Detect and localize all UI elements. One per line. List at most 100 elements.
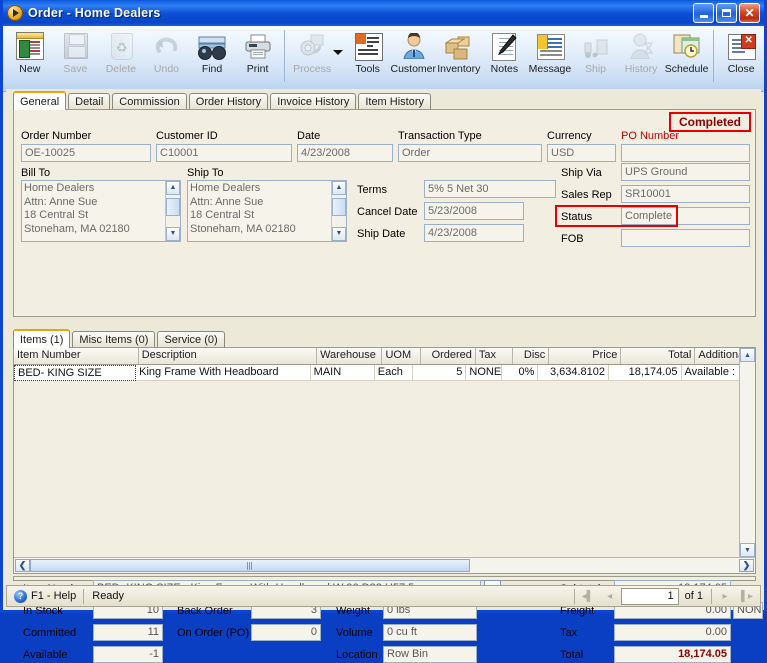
scroll-up-icon[interactable]: ▲: [166, 181, 180, 195]
help-hint[interactable]: ? F1 - Help: [7, 589, 83, 603]
toolbar-button-schedule[interactable]: Schedule: [664, 28, 710, 86]
grid-tab-misc-items[interactable]: Misc Items (0): [72, 331, 156, 348]
toolbar-button-new[interactable]: New: [7, 28, 53, 86]
terms-input[interactable]: 5% 5 Net 30: [424, 180, 556, 198]
volume-input[interactable]: 0 cu ft: [383, 624, 477, 641]
ship-to-scroll-thumb[interactable]: [332, 198, 346, 216]
ship-date-input[interactable]: 4/23/2008: [424, 224, 524, 242]
cell-description[interactable]: King Frame With Headboard: [136, 365, 311, 381]
status-input[interactable]: Complete: [621, 207, 750, 225]
help-label: F1 - Help: [31, 590, 77, 602]
cell-uom[interactable]: Each: [374, 365, 413, 381]
cell-disc[interactable]: 0%: [502, 365, 539, 381]
grid-header-warehouse[interactable]: Warehouse: [317, 348, 383, 364]
close-button[interactable]: ✕: [739, 3, 760, 23]
chevron-down-icon[interactable]: [332, 50, 343, 55]
on-order-input[interactable]: 0: [251, 624, 321, 641]
order-number-input[interactable]: OE-10025: [21, 144, 151, 162]
toolbar-button-tools[interactable]: Tools: [345, 28, 391, 86]
tab-order-history[interactable]: Order History: [188, 93, 269, 110]
cell-tax[interactable]: NONE: [466, 365, 503, 381]
toolbar-button-message[interactable]: Message: [527, 28, 573, 86]
scroll-left-icon[interactable]: ❮: [15, 559, 30, 572]
scroll-down-icon[interactable]: ▼: [332, 227, 346, 241]
record-page-input[interactable]: 1: [620, 587, 679, 605]
line-items-grid: Item Number Description Warehouse UOM Or…: [13, 347, 756, 574]
toolbar-button-delete[interactable]: ♻ Delete: [98, 28, 144, 86]
cell-warehouse[interactable]: MAIN: [310, 365, 375, 381]
po-number-input[interactable]: [621, 144, 750, 162]
grid-header-description[interactable]: Description: [139, 348, 318, 364]
cell-total[interactable]: 18,174.05: [609, 365, 682, 381]
tab-detail[interactable]: Detail: [68, 93, 111, 110]
grid-header-disc[interactable]: Disc: [513, 348, 550, 364]
toolbar-button-history[interactable]: History: [618, 28, 664, 86]
previous-record-icon[interactable]: ◂: [599, 587, 621, 605]
toolbar-button-save[interactable]: Save: [53, 28, 99, 86]
scroll-down-icon[interactable]: ▼: [166, 227, 180, 241]
grid-header-item-number[interactable]: Item Number: [14, 348, 139, 364]
cell-additional[interactable]: Available :: [681, 365, 740, 381]
toolbar-button-find[interactable]: Find: [189, 28, 235, 86]
toolbar-button-customer[interactable]: Customer: [390, 28, 436, 86]
sales-rep-input[interactable]: SR10001: [621, 185, 750, 203]
cancel-date-input[interactable]: 5/23/2008: [424, 202, 524, 220]
grid-header-price[interactable]: Price: [549, 348, 622, 364]
grid-tab-service[interactable]: Service (0): [157, 331, 225, 348]
grid-tab-strip: Items (1) Misc Items (0) Service (0): [13, 329, 227, 348]
scroll-right-icon[interactable]: ❯: [739, 559, 754, 572]
fob-input[interactable]: [621, 229, 750, 247]
customer-id-input[interactable]: C10001: [156, 144, 292, 162]
toolbar-label-customer: Customer: [390, 63, 436, 75]
bill-to-address-box[interactable]: Home Dealers Attn: Anne Sue 18 Central S…: [21, 180, 181, 242]
toolbar-button-notes[interactable]: Notes: [482, 28, 528, 86]
tab-general[interactable]: General: [13, 91, 67, 110]
scroll-down-icon[interactable]: ▼: [740, 543, 755, 557]
grid-horizontal-scrollbar[interactable]: ❮ ❯: [14, 557, 755, 573]
grid-vertical-scrollbar[interactable]: ▲ ▼: [739, 348, 755, 557]
ship-to-line-1: Home Dealers: [190, 182, 261, 194]
scroll-up-icon[interactable]: ▲: [740, 348, 755, 362]
cell-price[interactable]: 3,634.8102: [538, 365, 610, 381]
ship-via-input[interactable]: UPS Ground: [621, 163, 750, 181]
tax-label: Tax: [560, 627, 578, 639]
toolbar-button-inventory[interactable]: Inventory: [436, 28, 482, 86]
toolbar-button-undo[interactable]: Undo: [144, 28, 190, 86]
bill-to-scroll-thumb[interactable]: [166, 198, 180, 216]
main-toolbar: New Save ♻ Delete Undo Find Print Proces…: [3, 26, 764, 92]
maximize-button[interactable]: [716, 3, 737, 23]
last-record-icon[interactable]: ▌▸: [736, 587, 758, 605]
ship-to-scrollbar[interactable]: ▲ ▼: [331, 181, 346, 241]
toolbar-button-process[interactable]: Process: [289, 28, 335, 86]
minimize-button[interactable]: [693, 3, 714, 23]
first-record-icon[interactable]: ◂▌: [577, 587, 599, 605]
location-input[interactable]: Row Bin: [383, 646, 477, 663]
transaction-type-input[interactable]: Order: [398, 144, 542, 162]
toolbar-label-inventory: Inventory: [437, 63, 481, 75]
available-input[interactable]: -1: [93, 646, 163, 663]
ship-to-address-box[interactable]: Home Dealers Attn: Anne Sue 18 Central S…: [187, 180, 347, 242]
grid-header-total[interactable]: Total: [621, 348, 696, 364]
currency-input[interactable]: USD: [547, 144, 616, 162]
grid-header-ordered[interactable]: Ordered: [421, 348, 476, 364]
grid-header-tax[interactable]: Tax: [476, 348, 513, 364]
toolbar-button-print[interactable]: Print: [235, 28, 281, 86]
tab-commission[interactable]: Commission: [112, 93, 187, 110]
date-input[interactable]: 4/23/2008: [297, 144, 393, 162]
committed-input[interactable]: 11: [93, 624, 163, 641]
toolbar-button-close[interactable]: ✕ Close: [718, 28, 764, 86]
play-orb-icon: [7, 5, 23, 21]
tab-invoice-history[interactable]: Invoice History: [270, 93, 357, 110]
grid-header-uom[interactable]: UOM: [382, 348, 422, 364]
grid-hscroll-thumb[interactable]: [30, 559, 470, 572]
cell-ordered[interactable]: 5: [412, 365, 467, 381]
toolbar-button-ship[interactable]: Ship: [573, 28, 619, 86]
next-record-icon[interactable]: ▸: [714, 587, 736, 605]
table-row[interactable]: BED- KING SIZE King Frame With Headboard…: [14, 365, 740, 381]
order-window: Order - Home Dealers ✕ New Save ♻ Delete…: [0, 0, 767, 663]
tab-item-history[interactable]: Item History: [358, 93, 432, 110]
cell-item-number[interactable]: BED- KING SIZE: [14, 365, 137, 381]
grid-tab-items[interactable]: Items (1): [13, 329, 71, 348]
scroll-up-icon[interactable]: ▲: [332, 181, 346, 195]
bill-to-scrollbar[interactable]: ▲ ▼: [165, 181, 180, 241]
